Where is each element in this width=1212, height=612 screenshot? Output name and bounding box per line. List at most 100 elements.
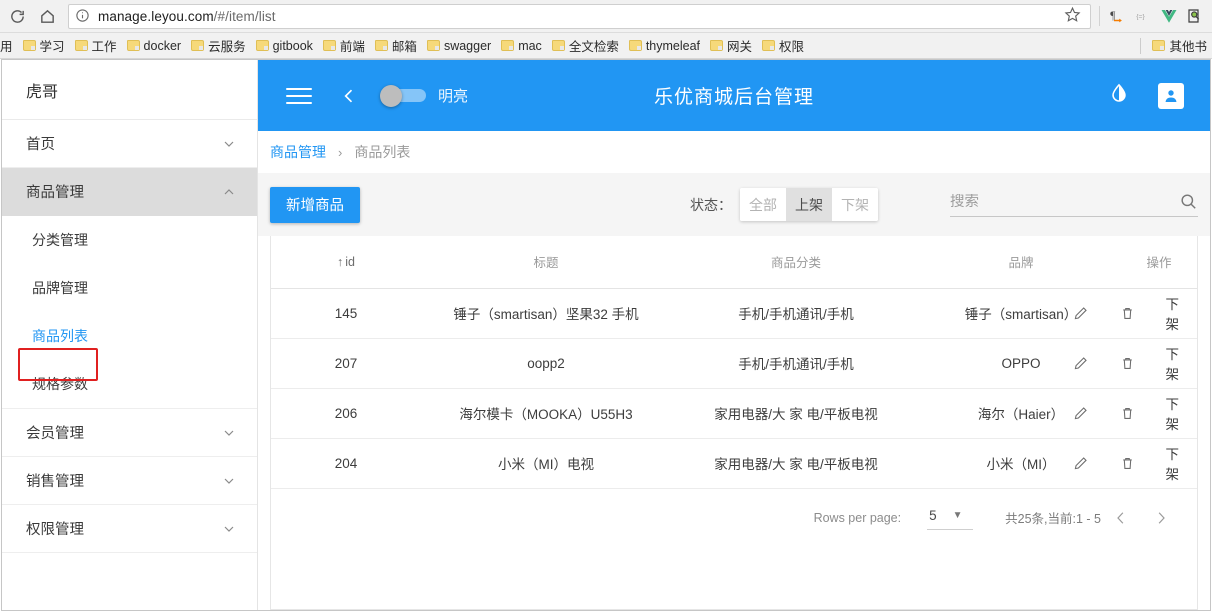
- column-header-id[interactable]: ↑id: [271, 236, 421, 288]
- folder-icon: [710, 40, 723, 51]
- bookmark-label: 学习: [40, 36, 65, 55]
- bookmark-item[interactable]: 工作: [70, 35, 122, 57]
- sidebar-item-permission-management[interactable]: 权限管理: [2, 505, 257, 553]
- column-header-actions: 操作: [1121, 236, 1197, 288]
- row-actions: 下架: [1121, 393, 1197, 433]
- toggle-shelf-button[interactable]: 下架: [1166, 293, 1180, 333]
- table-row[interactable]: 207 oopp2 手机/手机通讯/手机 OPPO: [271, 338, 1197, 388]
- bookmark-item[interactable]: docker: [122, 35, 187, 57]
- account-avatar-icon[interactable]: [1158, 83, 1184, 109]
- reload-icon[interactable]: [4, 3, 30, 29]
- extension-icons: ¶ {=}: [1097, 5, 1212, 27]
- edit-pencil-icon[interactable]: [1072, 355, 1089, 372]
- invert-colors-droplet-icon[interactable]: [1108, 82, 1130, 109]
- column-header-title[interactable]: 标题: [421, 236, 671, 288]
- bookmark-item[interactable]: 权限: [757, 35, 809, 57]
- sidebar-item-brand-management[interactable]: 品牌管理: [2, 264, 257, 312]
- table-row[interactable]: 204 小米（MI）电视 家用电器/大 家 电/平板电视 小米（MI）: [271, 438, 1197, 488]
- bookmark-item[interactable]: swagger: [422, 35, 496, 57]
- equation-extension-icon[interactable]: {=}: [1132, 5, 1154, 27]
- bookmark-item[interactable]: gitbook: [251, 35, 318, 57]
- user-search-extension-icon[interactable]: [1184, 5, 1206, 27]
- address-bar[interactable]: manage.leyou.com/#/item/list: [68, 4, 1091, 29]
- edit-pencil-icon[interactable]: [1072, 405, 1089, 422]
- add-product-button[interactable]: 新增商品: [270, 187, 360, 223]
- sidebar-item-label: 首页: [26, 133, 221, 154]
- sidebar-item-goods-management[interactable]: 商品管理: [2, 168, 257, 216]
- bookmark-item[interactable]: thymeleaf: [624, 35, 705, 57]
- folder-icon: [127, 40, 140, 51]
- table-row[interactable]: 145 锤子（smartisan）坚果32 手机 手机/手机通讯/手机 锤子（s…: [271, 288, 1197, 338]
- sidebar-item-member-management[interactable]: 会员管理: [2, 409, 257, 457]
- sidebar-item-sales-management[interactable]: 销售管理: [2, 457, 257, 505]
- table-row[interactable]: 206 海尔模卡（MOOKA）U55H3 家用电器/大 家 电/平板电视 海尔（…: [271, 388, 1197, 438]
- folder-icon: [427, 40, 440, 51]
- product-table: ↑id 标题 商品分类 品牌 操作 145 锤子（smartisan）坚: [271, 236, 1197, 489]
- url-text: manage.leyou.com/#/item/list: [98, 9, 276, 24]
- hamburger-menu-icon[interactable]: [282, 79, 316, 113]
- delete-trash-icon[interactable]: [1119, 355, 1136, 372]
- home-icon[interactable]: [34, 3, 60, 29]
- bookmark-item[interactable]: 云服务: [186, 35, 251, 57]
- bookmark-star-icon[interactable]: [1064, 6, 1084, 26]
- bookmark-label: 全文检索: [569, 36, 619, 55]
- status-filter-label: 状态：: [690, 195, 732, 215]
- search-box[interactable]: [950, 192, 1198, 217]
- sidebar-item-spec-params[interactable]: 规格参数: [2, 360, 257, 408]
- sidebar-item-goods-list[interactable]: 商品列表: [2, 312, 257, 360]
- column-header-brand[interactable]: 品牌: [921, 236, 1121, 288]
- column-header-category[interactable]: 商品分类: [671, 236, 921, 288]
- cell-actions: 下架: [1121, 388, 1197, 438]
- bookmark-item[interactable]: 邮箱: [370, 35, 422, 57]
- pagination-summary: 共25条,当前:1 - 5: [1005, 508, 1101, 527]
- bookmark-item[interactable]: 前端: [318, 35, 370, 57]
- cell-id: 145: [271, 288, 421, 338]
- search-input[interactable]: [950, 194, 1171, 210]
- prev-page-button[interactable]: [1101, 498, 1141, 538]
- status-option-all[interactable]: 全部: [740, 188, 786, 221]
- toggle-shelf-button[interactable]: 下架: [1166, 343, 1180, 383]
- delete-trash-icon[interactable]: [1119, 455, 1136, 472]
- chevron-left-icon[interactable]: [334, 81, 364, 111]
- bookmark-label: 用: [0, 36, 13, 55]
- vue-devtools-icon[interactable]: [1158, 5, 1180, 27]
- bookmark-label: gitbook: [273, 39, 313, 53]
- cell-id: 207: [271, 338, 421, 388]
- bookmark-item[interactable]: 网关: [705, 35, 757, 57]
- bookmark-label: mac: [518, 39, 542, 53]
- app-window: 虎哥 首页 商品管理 分类管理 品牌管理: [1, 59, 1211, 611]
- edit-pencil-icon[interactable]: [1072, 305, 1089, 322]
- svg-text:{=}: {=}: [1136, 13, 1145, 20]
- bookmark-label: 前端: [340, 36, 365, 55]
- status-option-off-shelf[interactable]: 下架: [832, 188, 878, 221]
- bookmark-label: 工作: [92, 36, 117, 55]
- status-option-on-shelf[interactable]: 上架: [786, 188, 832, 221]
- rows-per-page-select[interactable]: 5 ▼: [927, 506, 973, 530]
- toggle-shelf-button[interactable]: 下架: [1166, 393, 1180, 433]
- sidebar-item-home[interactable]: 首页: [2, 120, 257, 168]
- sidebar-item-label: 权限管理: [26, 518, 221, 539]
- bookmark-item[interactable]: mac: [496, 35, 547, 57]
- bookmark-item[interactable]: 用: [0, 35, 18, 57]
- bookmarks-bar: 用 学习 工作 docker 云服务 gitbook 前端 邮箱 swagger…: [0, 33, 1212, 59]
- bookmark-item[interactable]: 学习: [18, 35, 70, 57]
- sort-id-control[interactable]: ↑id: [337, 255, 355, 269]
- sidebar-item-category-management[interactable]: 分类管理: [2, 216, 257, 264]
- pagination: Rows per page: 5 ▼ 共25条,当前:1 - 5: [271, 489, 1197, 547]
- sidebar-user[interactable]: 虎哥: [2, 60, 257, 120]
- other-bookmarks-item[interactable]: 其他书: [1147, 35, 1212, 57]
- delete-trash-icon[interactable]: [1119, 305, 1136, 322]
- folder-icon: [323, 40, 336, 51]
- info-icon[interactable]: [75, 8, 91, 24]
- breadcrumb-current: 商品列表: [354, 142, 410, 162]
- sidebar: 虎哥 首页 商品管理 分类管理 品牌管理: [2, 60, 258, 610]
- next-page-button[interactable]: [1141, 498, 1181, 538]
- search-icon[interactable]: [1179, 192, 1198, 211]
- bookmark-item[interactable]: 全文检索: [547, 35, 624, 57]
- delete-trash-icon[interactable]: [1119, 405, 1136, 422]
- theme-toggle[interactable]: [380, 85, 426, 107]
- breadcrumb-parent[interactable]: 商品管理: [270, 142, 326, 162]
- edit-pencil-icon[interactable]: [1072, 455, 1089, 472]
- toggle-shelf-button[interactable]: 下架: [1166, 443, 1180, 483]
- translate-extension-icon[interactable]: ¶: [1106, 5, 1128, 27]
